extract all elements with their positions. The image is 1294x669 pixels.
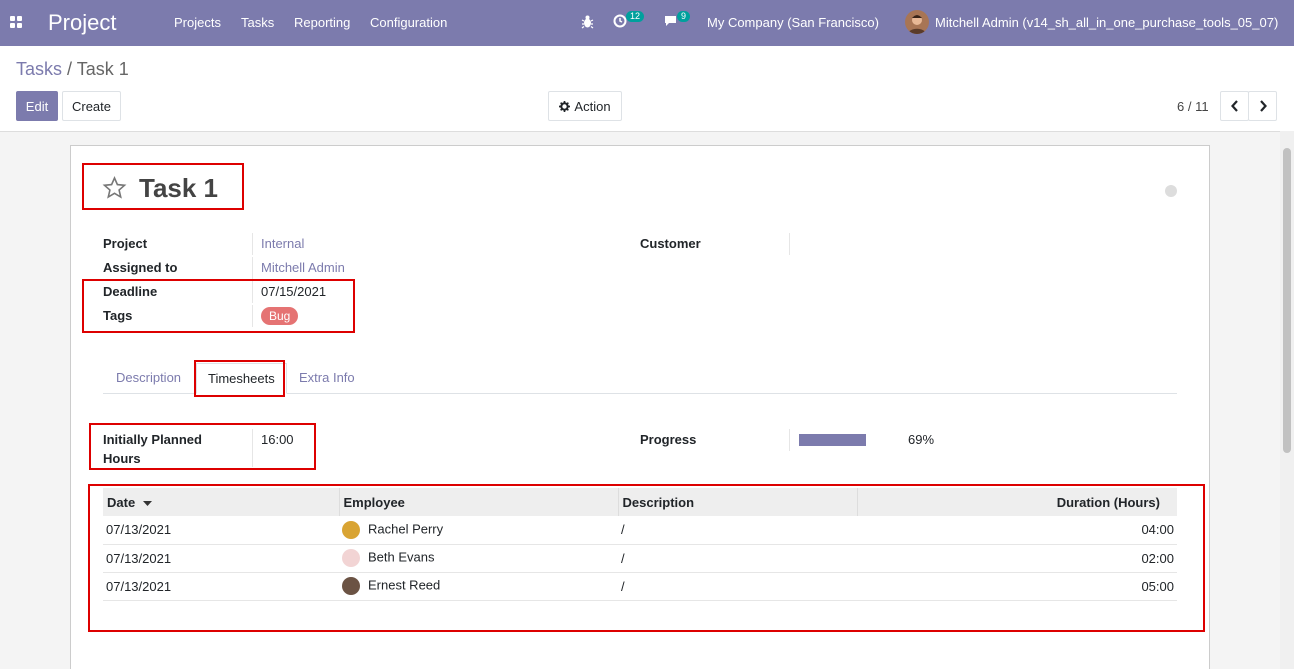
pager-value[interactable]: 6 / 11 [1177,99,1209,114]
tab-description[interactable]: Description [116,370,181,385]
column-date[interactable]: Date [103,488,340,516]
chevron-right-icon [1259,100,1267,112]
progress-label: Progress [640,432,697,447]
planned-hours-label-line1: Initially Planned [103,432,202,447]
activity-count-badge: 12 [626,11,645,22]
row-employee[interactable]: Beth Evans [339,544,618,573]
notebook-tabs: Description Timesheets Extra Info [103,363,1177,394]
row-date[interactable]: 07/13/2021 [103,544,339,573]
planned-hours-label-line2: Hours [103,451,141,466]
create-button[interactable]: Create [62,91,121,121]
employee-avatar [342,549,360,567]
row-description[interactable]: / [618,544,857,573]
company-switcher[interactable]: My Company (San Francisco) [707,15,879,30]
row-employee[interactable]: Ernest Reed [339,572,618,601]
assigned-to-field[interactable]: Mitchell Admin [261,260,345,275]
gear-icon [559,100,571,112]
scrollbar-thumb[interactable] [1283,148,1291,453]
edit-button[interactable]: Edit [16,91,58,121]
breadcrumb-separator: / [67,59,73,79]
row-date[interactable]: 07/13/2021 [103,572,339,601]
progress-bar [799,434,866,446]
column-description[interactable]: Description [618,488,858,516]
message-count-badge: 9 [677,11,691,22]
menu-reporting[interactable]: Reporting [294,15,350,30]
table-row[interactable]: 07/13/2021 Beth Evans / 02:00 [103,544,1177,573]
activity-clock-icon[interactable]: 12 [613,11,645,31]
employee-avatar [342,577,360,595]
app-title[interactable]: Project [48,10,116,36]
menu-projects[interactable]: Projects [174,15,221,30]
pager-next-button[interactable] [1248,91,1277,121]
deadline-field[interactable]: 07/15/2021 [261,284,326,299]
task-title[interactable]: Task 1 [139,173,218,204]
breadcrumb-tasks-link[interactable]: Tasks [16,59,62,79]
table-row[interactable]: 07/13/2021 Rachel Perry / 04:00 [103,516,1177,545]
messages-chat-icon[interactable]: 9 [664,11,691,31]
star-outline-icon[interactable] [102,176,127,200]
breadcrumb: Tasks / Task 1 [16,59,129,80]
planned-hours-field[interactable]: 16:00 [261,432,294,447]
timesheet-table: Date Employee Description Duration (Hour… [103,488,1177,601]
pager-previous-button[interactable] [1220,91,1249,121]
top-navbar: Project Projects Tasks Reporting Configu… [0,0,1294,46]
project-field[interactable]: Internal [261,236,304,251]
customer-label: Customer [640,236,701,251]
column-employee[interactable]: Employee [339,488,619,516]
tag-badge[interactable]: Bug [261,307,299,325]
employee-avatar [342,520,360,539]
row-duration[interactable]: 05:00 [857,572,1177,601]
user-menu[interactable]: Mitchell Admin (v14_sh_all_in_one_purcha… [935,15,1278,30]
tab-timesheets[interactable]: Timesheets [196,363,287,394]
tags-label: Tags [103,308,133,323]
scrollbar[interactable] [1280,131,1294,669]
breadcrumb-current: Task 1 [76,59,129,79]
kanban-status-circle-icon[interactable] [1165,185,1177,197]
column-duration[interactable]: Duration (Hours) [857,488,1177,516]
row-date[interactable]: 07/13/2021 [103,516,339,545]
menu-tasks[interactable]: Tasks [241,15,274,30]
apps-grid-icon[interactable] [10,16,23,29]
row-description[interactable]: / [618,516,857,545]
chevron-left-icon [1230,100,1238,112]
tab-extra-info[interactable]: Extra Info [299,370,355,385]
action-button[interactable]: Action [548,91,622,121]
row-description[interactable]: / [618,572,857,601]
deadline-label: Deadline [103,284,158,299]
table-header-row: Date Employee Description Duration (Hour… [103,488,1177,516]
row-employee[interactable]: Rachel Perry [339,516,618,545]
row-duration[interactable]: 02:00 [857,544,1177,573]
row-duration[interactable]: 04:00 [857,516,1177,545]
menu-configuration[interactable]: Configuration [370,15,447,30]
table-row[interactable]: 07/13/2021 Ernest Reed / 05:00 [103,572,1177,601]
action-label: Action [574,98,611,114]
assigned-to-label: Assigned to [103,260,178,275]
caret-down-icon [142,500,152,506]
progress-value: 69% [908,432,935,447]
bug-icon[interactable] [581,14,594,32]
project-label: Project [103,236,148,251]
user-avatar[interactable] [905,10,929,34]
